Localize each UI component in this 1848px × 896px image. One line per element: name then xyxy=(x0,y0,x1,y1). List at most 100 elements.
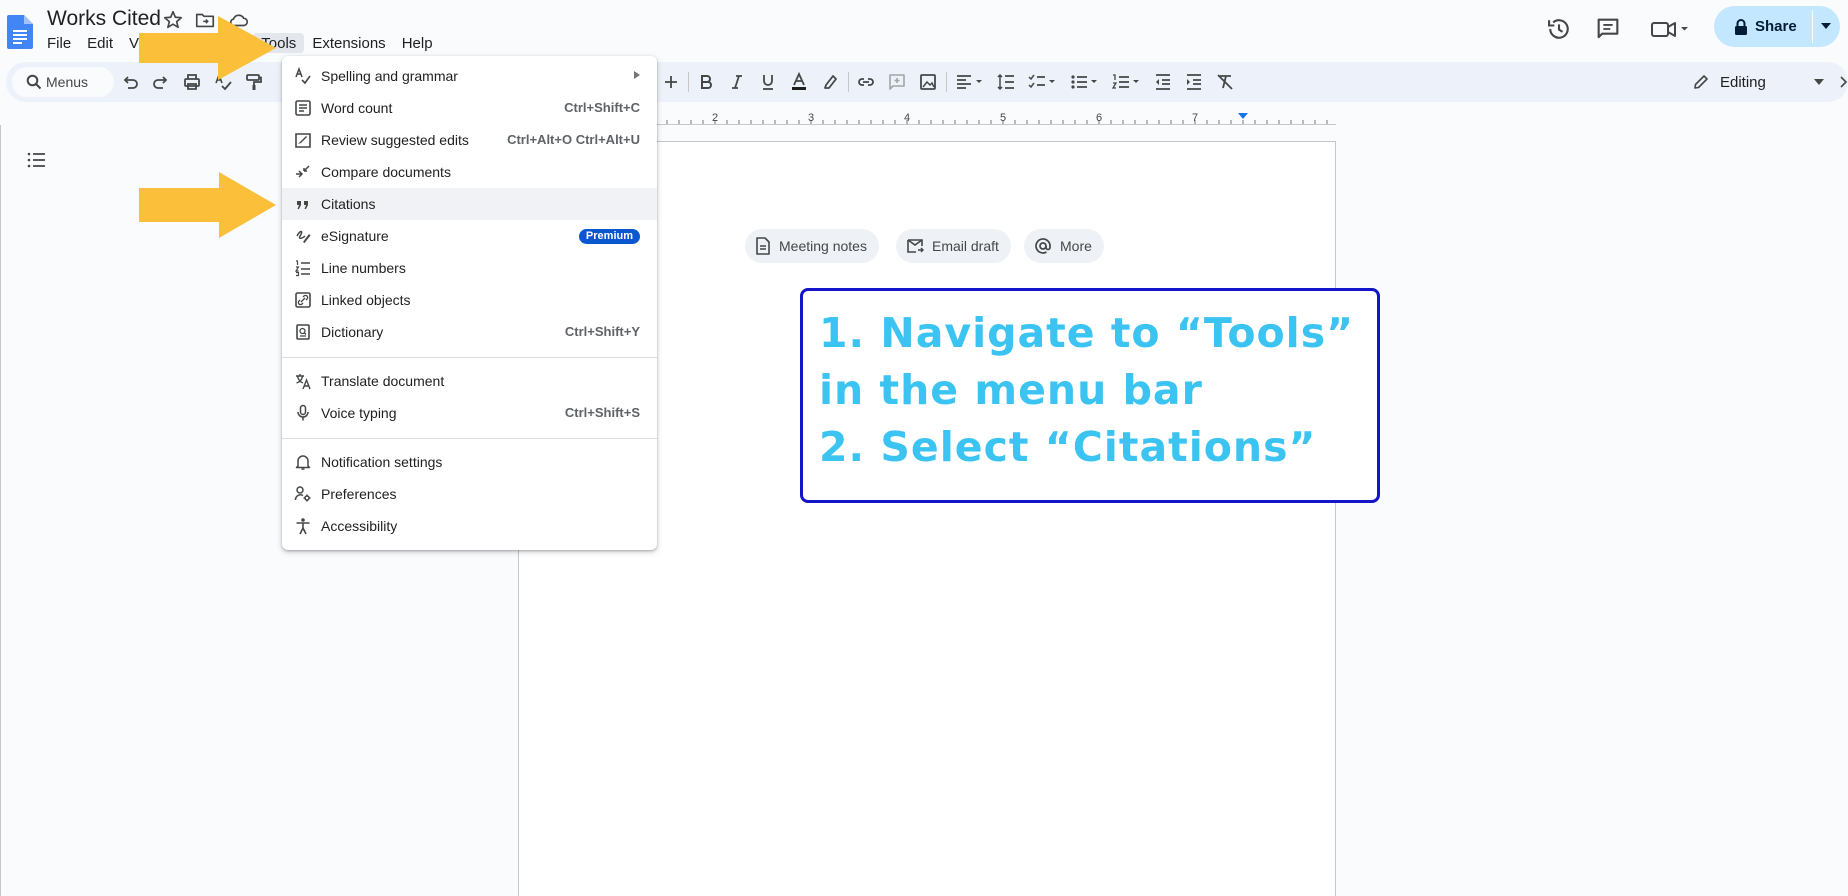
insert-image-icon[interactable] xyxy=(918,72,938,92)
bold-icon[interactable] xyxy=(696,72,716,92)
menu-item-label: Preferences xyxy=(321,486,397,502)
insert-link-icon[interactable] xyxy=(856,72,876,92)
menu-item-shortcut: Ctrl+Shift+Y xyxy=(564,324,640,339)
chip-label: More xyxy=(1060,238,1092,254)
search-icon xyxy=(26,74,42,90)
document-icon xyxy=(755,237,771,255)
editing-mode-dropdown[interactable]: Editing xyxy=(1692,68,1832,96)
menu-item-shortcut: Ctrl+Shift+S xyxy=(564,405,640,420)
annotation-line: 1. Navigate to “Tools” xyxy=(819,309,1355,357)
clear-formatting-icon[interactable] xyxy=(1215,72,1235,92)
word-count-icon xyxy=(294,99,312,117)
chip-label: Meeting notes xyxy=(779,238,867,254)
pencil-icon xyxy=(1692,73,1710,91)
bulleted-list-icon[interactable] xyxy=(1069,72,1101,92)
left-edge-divider xyxy=(0,125,1,896)
menu-extensions[interactable]: Extensions xyxy=(304,33,393,53)
chevron-down-icon xyxy=(1813,79,1824,85)
toolbar-separator xyxy=(848,72,849,92)
ruler-label: 3 xyxy=(808,112,814,124)
linked-objects-icon xyxy=(294,291,312,309)
dictionary-icon xyxy=(294,323,312,341)
menu-item-preferences[interactable]: Preferences xyxy=(282,478,657,510)
menu-file[interactable]: File xyxy=(39,33,79,53)
document-outline-icon[interactable] xyxy=(25,148,49,172)
menu-edit[interactable]: Edit xyxy=(79,33,121,53)
menu-item-label: Word count xyxy=(321,100,393,116)
increase-indent-icon[interactable] xyxy=(1184,72,1204,92)
ruler-label: 6 xyxy=(1096,112,1102,124)
menu-item-label: Notification settings xyxy=(321,454,443,470)
menu-help[interactable]: Help xyxy=(394,33,441,53)
italic-icon[interactable] xyxy=(727,72,747,92)
text-color-icon[interactable] xyxy=(789,72,809,92)
meet-icon[interactable] xyxy=(1648,15,1692,43)
chip-label: Email draft xyxy=(932,238,999,254)
align-icon[interactable] xyxy=(954,72,986,92)
menu-item-dictionary[interactable]: Dictionary Ctrl+Shift+Y xyxy=(282,316,657,348)
menu-item-label: Line numbers xyxy=(321,260,406,276)
menu-item-translate-document[interactable]: Translate document xyxy=(282,365,657,397)
menu-item-label: Translate document xyxy=(321,373,445,389)
menu-item-citations[interactable]: Citations xyxy=(282,188,657,220)
highlight-color-icon[interactable] xyxy=(820,72,840,92)
signature-icon xyxy=(294,227,312,245)
menu-item-shortcut: Ctrl+Alt+O Ctrl+Alt+U xyxy=(507,132,640,147)
menu-item-word-count[interactable]: Word count Ctrl+Shift+C xyxy=(282,92,657,124)
increase-font-size-icon[interactable] xyxy=(661,72,681,92)
undo-icon[interactable] xyxy=(120,72,140,92)
menu-item-label: Dictionary xyxy=(321,324,384,340)
compare-icon xyxy=(294,163,312,181)
menu-item-label: Spelling and grammar xyxy=(321,68,458,84)
at-sign-icon xyxy=(1034,237,1052,255)
menu-item-notification-settings[interactable]: Notification settings xyxy=(282,446,657,478)
menu-item-voice-typing[interactable]: Voice typing Ctrl+Shift+S xyxy=(282,397,657,429)
ruler-label: 7 xyxy=(1192,112,1198,124)
menu-separator xyxy=(282,357,657,358)
translate-icon xyxy=(294,372,312,390)
add-comment-icon[interactable] xyxy=(887,72,907,92)
menu-item-spelling-grammar[interactable]: Spelling and grammar xyxy=(282,60,657,92)
dropdown-caret-icon[interactable] xyxy=(1821,23,1831,29)
menu-separator xyxy=(282,438,657,439)
menu-item-label: Review suggested edits xyxy=(321,132,469,148)
line-spacing-icon[interactable] xyxy=(996,72,1016,92)
toolbar-separator xyxy=(946,72,947,92)
annotation-line: in the menu bar xyxy=(819,366,1203,414)
numbered-list-icon[interactable] xyxy=(1111,72,1143,92)
quote-icon xyxy=(294,195,312,213)
toolbar-collapse-icon[interactable] xyxy=(1839,67,1848,97)
chip-more[interactable]: More xyxy=(1024,229,1104,263)
ruler-label: 2 xyxy=(712,112,718,124)
version-history-icon[interactable] xyxy=(1545,15,1573,43)
chip-meeting-notes[interactable]: Meeting notes xyxy=(745,229,879,263)
email-icon xyxy=(906,238,924,254)
share-button[interactable]: Share xyxy=(1714,6,1840,47)
menu-item-label: Voice typing xyxy=(321,405,397,421)
submenu-arrow-icon xyxy=(633,70,641,80)
docs-logo-icon[interactable] xyxy=(7,15,33,49)
decrease-indent-icon[interactable] xyxy=(1153,72,1173,92)
menu-item-shortcut: Ctrl+Shift+C xyxy=(564,100,640,115)
menu-item-esignature[interactable]: eSignature Premium xyxy=(282,220,657,252)
chip-email-draft[interactable]: Email draft xyxy=(896,229,1011,263)
bell-icon xyxy=(294,453,312,471)
menu-item-accessibility[interactable]: Accessibility xyxy=(282,510,657,542)
pointer-arrow-tools xyxy=(139,16,276,80)
toolbar-separator xyxy=(688,72,689,92)
underline-icon[interactable] xyxy=(758,72,778,92)
accessibility-icon xyxy=(294,517,312,535)
comments-icon[interactable] xyxy=(1594,15,1622,43)
menu-item-compare-documents[interactable]: Compare documents xyxy=(282,156,657,188)
menu-item-review-suggested-edits[interactable]: Review suggested edits Ctrl+Alt+O Ctrl+A… xyxy=(282,124,657,156)
annotation-line: 2. Select “Citations” xyxy=(819,423,1317,471)
pointer-arrow-citations xyxy=(139,172,276,238)
menu-item-label: Accessibility xyxy=(321,518,398,534)
menu-item-linked-objects[interactable]: Linked objects xyxy=(282,284,657,316)
search-menus-input[interactable]: Menus xyxy=(12,67,114,97)
ruler-label: 5 xyxy=(1000,112,1006,124)
menu-item-line-numbers[interactable]: Line numbers xyxy=(282,252,657,284)
menu-item-label: eSignature xyxy=(321,228,389,244)
checklist-icon[interactable] xyxy=(1027,72,1059,92)
right-indent-marker xyxy=(1238,113,1248,119)
